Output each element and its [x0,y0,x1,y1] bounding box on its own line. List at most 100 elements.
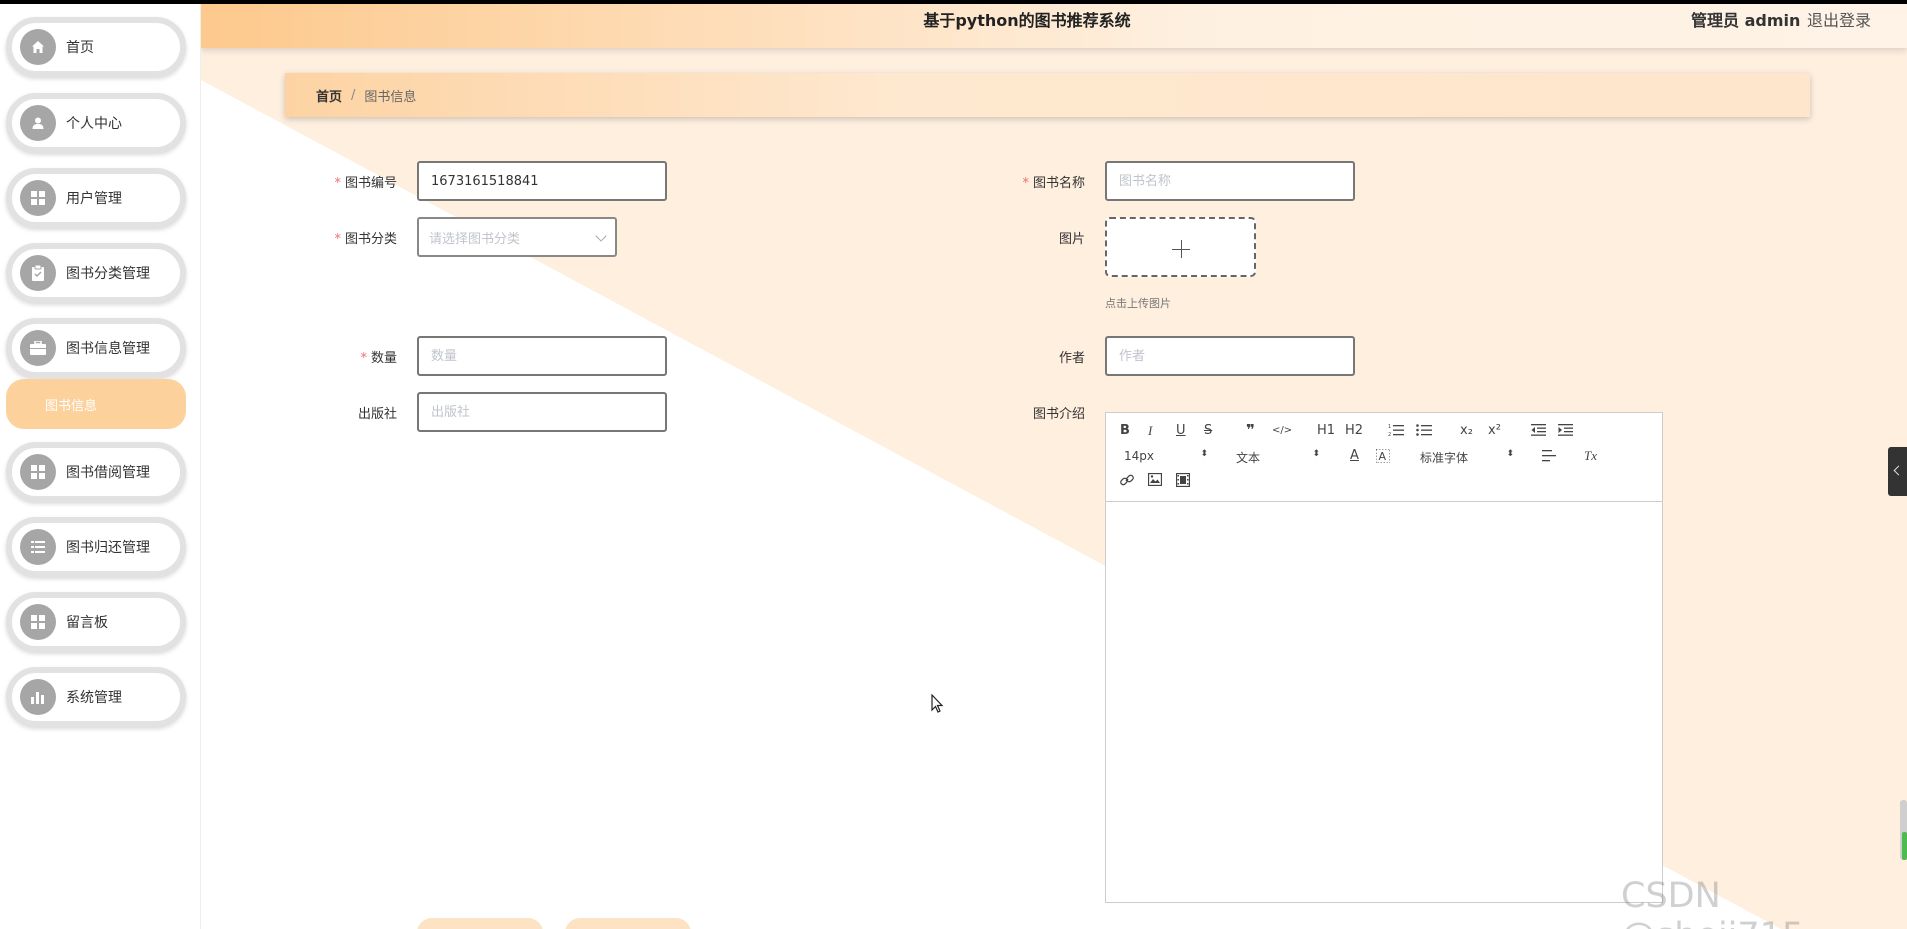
outdent-icon[interactable] [1531,424,1546,441]
bold-button[interactable]: B [1120,423,1130,439]
sidebar-item-users[interactable]: 用户管理 [6,168,186,228]
rich-text-editor: B I U S ❞ </> H1 H2 12 x₂ x² 14px ⬍ 文本 ⬍… [1105,412,1663,903]
window-top-border [0,0,1907,4]
breadcrumb-current: 图书信息 [364,89,417,105]
underline-button[interactable]: U [1176,423,1186,439]
briefcase-icon [20,330,56,366]
subscript-button[interactable]: x₂ [1460,423,1473,439]
label-text: 图书分类 [344,232,397,247]
svg-text:1: 1 [1388,424,1391,430]
bar-chart-icon [20,679,56,715]
font-family-select[interactable]: 标准字体 ⬍ [1420,449,1514,466]
sidebar-item-borrow-management[interactable]: 图书借阅管理 [6,442,186,502]
image-icon[interactable] [1147,472,1163,491]
cancel-button[interactable] [565,918,691,929]
sidebar-item-label: 个人中心 [66,116,122,132]
breadcrumb: 首页 / 图书信息 [285,73,1810,117]
mouse-cursor-icon [931,694,944,713]
grid-icon [20,454,56,490]
sidebar-item-label: 用户管理 [66,191,122,207]
sidebar-item-return-management[interactable]: 图书归还管理 [6,517,186,577]
label-text: 出版社 [357,407,397,422]
link-icon[interactable] [1120,473,1134,492]
header-select[interactable]: 文本 ⬍ [1236,449,1320,466]
image-upload-button[interactable] [1105,217,1256,277]
category-select[interactable]: 请选择图书分类 [417,217,617,257]
watermark: CSDN @sheji715 [1621,876,1804,929]
required-mark: * [334,176,341,191]
superscript-button[interactable]: x² [1488,423,1501,439]
h2-button[interactable]: H2 [1345,423,1363,439]
updown-icon: ⬍ [1312,449,1320,459]
sidebar-item-category-management[interactable]: 图书分类管理 [6,243,186,303]
category-label: * 图书分类 [277,228,397,247]
collapse-panel-button[interactable] [1888,447,1907,496]
editor-toolbar: B I U S ❞ </> H1 H2 12 x₂ x² 14px ⬍ 文本 ⬍… [1106,413,1662,502]
person-icon [20,105,56,141]
background-color-icon[interactable]: A [1375,448,1391,468]
sidebar-item-label: 图书归还管理 [66,540,150,556]
updown-icon: ⬍ [1200,449,1208,459]
h1-button[interactable]: H1 [1317,423,1335,439]
chevron-down-icon [595,230,607,242]
submit-button[interactable] [417,918,543,929]
author-label: 作者 [965,347,1085,366]
breadcrumb-separator: / [351,87,356,103]
indent-icon[interactable] [1558,424,1573,441]
code-block-button[interactable]: </> [1272,423,1292,439]
sidebar-item-label: 图书分类管理 [66,266,150,282]
sidebar: 首页 个人中心 用户管理 图书分类管理 图书信息管理 图书信息 图书借阅管理 图… [0,0,201,929]
italic-button[interactable]: I [1148,423,1152,439]
font-size-select[interactable]: 14px ⬍ [1124,449,1208,463]
font-color-button[interactable]: A [1350,448,1359,464]
top-header: 基于python的图书推荐系统 管理员 admin 退出登录 [201,4,1907,48]
quantity-label: * 数量 [277,347,397,366]
book-name-label: * 图书名称 [965,172,1085,191]
publisher-label: 出版社 [277,403,397,422]
grid-icon [20,604,56,640]
sidebar-item-label: 留言板 [66,615,108,631]
logout-link[interactable]: 退出登录 [1807,7,1871,31]
scrollbar-indicator [1902,832,1907,860]
sidebar-item-home[interactable]: 首页 [6,17,186,77]
editor-content-area[interactable] [1106,502,1662,902]
sidebar-item-label: 图书信息管理 [66,341,150,357]
strike-button[interactable]: S [1204,423,1212,439]
sidebar-item-system-management[interactable]: 系统管理 [6,667,186,727]
intro-label: 图书介绍 [965,403,1085,422]
required-mark: * [1022,176,1029,191]
quantity-input[interactable] [417,336,667,376]
book-no-input[interactable] [417,161,667,201]
blockquote-button[interactable]: ❞ [1246,422,1255,438]
sidebar-item-book-info-management[interactable]: 图书信息管理 [6,318,186,378]
label-text: 图书介绍 [1032,407,1085,422]
book-name-input[interactable] [1105,161,1355,201]
sidebar-item-profile[interactable]: 个人中心 [6,93,186,153]
author-input[interactable] [1105,336,1355,376]
bullet-list-icon[interactable] [1416,423,1432,442]
label-text: 图书名称 [1032,176,1085,191]
sidebar-subitem-book-info[interactable]: 图书信息 [6,379,186,429]
publisher-input[interactable] [417,392,667,432]
category-select-placeholder: 请选择图书分类 [429,231,521,247]
ordered-list-icon[interactable]: 12 [1388,423,1404,442]
book-no-label: * 图书编号 [277,172,397,191]
required-mark: * [334,232,341,247]
sidebar-item-label: 图书借阅管理 [66,465,150,481]
sidebar-item-message-board[interactable]: 留言板 [6,592,186,652]
site-title: 基于python的图书推荐系统 [923,11,1131,30]
breadcrumb-home[interactable]: 首页 [316,86,342,105]
video-icon[interactable] [1175,472,1191,492]
required-mark: * [360,351,367,366]
sidebar-item-label: 系统管理 [66,690,122,706]
align-icon[interactable] [1542,450,1556,467]
grid-icon [20,180,56,216]
svg-text:A: A [1379,450,1387,463]
label-text: 数量 [370,351,397,366]
svg-text:2: 2 [1388,432,1391,437]
clean-format-button[interactable]: Tx [1584,448,1597,464]
main-content: 基于python的图书推荐系统 管理员 admin 退出登录 首页 / 图书信息… [201,0,1907,929]
current-user: 管理员 admin [1691,11,1801,30]
home-icon [20,29,56,65]
sidebar-subitem-label: 图书信息 [45,398,98,414]
